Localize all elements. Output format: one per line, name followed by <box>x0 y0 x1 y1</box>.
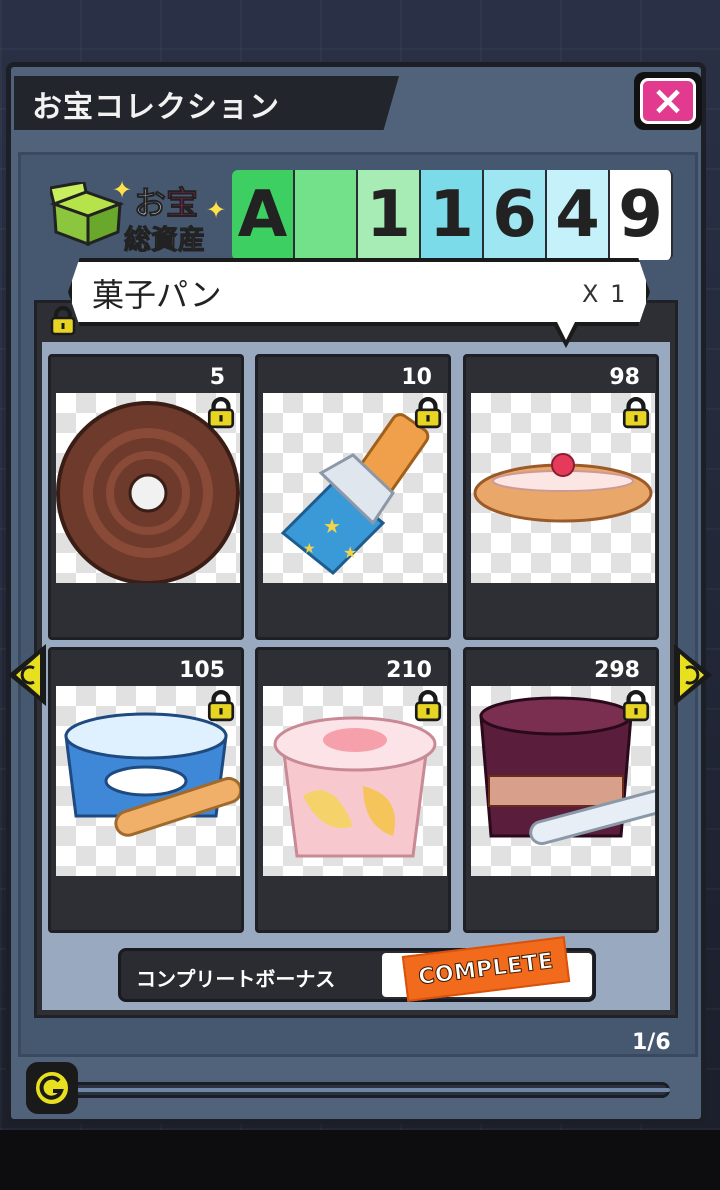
item-card-ice-cream[interactable]: 298 <box>463 647 659 933</box>
complete-bonus-label: コンプリートボーナス <box>136 967 336 991</box>
item-value: 105 <box>179 658 225 683</box>
left-arrow-icon[interactable] <box>6 642 50 708</box>
svg-text:★: ★ <box>323 514 341 538</box>
item-value: 210 <box>386 658 432 683</box>
sparkle-icon: ✦ <box>206 196 227 224</box>
svg-text:★: ★ <box>343 543 357 562</box>
tooltip-item-name: 菓子パン <box>92 276 222 314</box>
window-title: お宝コレクション <box>32 90 280 125</box>
item-card-cream-bread[interactable]: 98 <box>463 354 659 640</box>
yokai-medal-icon <box>26 1062 78 1114</box>
lock-icon <box>50 306 76 336</box>
right-arrow-icon[interactable] <box>670 642 714 708</box>
item-value: 298 <box>594 658 640 683</box>
counter-digit: 1 <box>358 170 421 260</box>
item-value: 10 <box>401 365 432 390</box>
item-value: 98 <box>609 365 640 390</box>
counter-digit: 1 <box>421 170 484 260</box>
lock-icon <box>622 397 650 429</box>
counter-digit: 6 <box>484 170 547 260</box>
counter-digit: 4 <box>547 170 610 260</box>
item-card-yogurt[interactable]: 105 <box>48 647 244 933</box>
lock-icon <box>414 690 442 722</box>
page-indicator: 1/6 <box>632 1030 671 1055</box>
bottom-bar <box>0 1130 720 1190</box>
scroll-bar[interactable] <box>70 1082 670 1098</box>
item-card-peach-jelly[interactable]: 210 <box>255 647 451 933</box>
sparkle-icon: ✦ <box>112 176 133 204</box>
lock-icon <box>622 690 650 722</box>
scroll-fill <box>76 1088 670 1092</box>
svg-text:★: ★ <box>303 541 316 557</box>
lock-icon <box>207 397 235 429</box>
total-assets-counter: A 1 1 6 4 9 <box>232 170 673 260</box>
item-card-donut[interactable]: 5 <box>48 354 244 640</box>
rank-letter: A <box>232 170 295 260</box>
counter-digit: 9 <box>610 170 673 260</box>
item-value: 5 <box>209 365 225 390</box>
close-icon: × <box>640 78 696 124</box>
lock-icon <box>414 397 442 429</box>
counter-digit <box>295 170 358 260</box>
tooltip-quantity: X 1 <box>582 280 628 308</box>
tooltip-pointer-fill <box>556 320 576 340</box>
item-card-snack-bar[interactable]: 10 ★ ★ ★ <box>255 354 451 640</box>
lock-icon <box>207 690 235 722</box>
total-assets-label-line2: 総資産 <box>124 225 206 257</box>
close-button[interactable]: × <box>634 72 702 130</box>
